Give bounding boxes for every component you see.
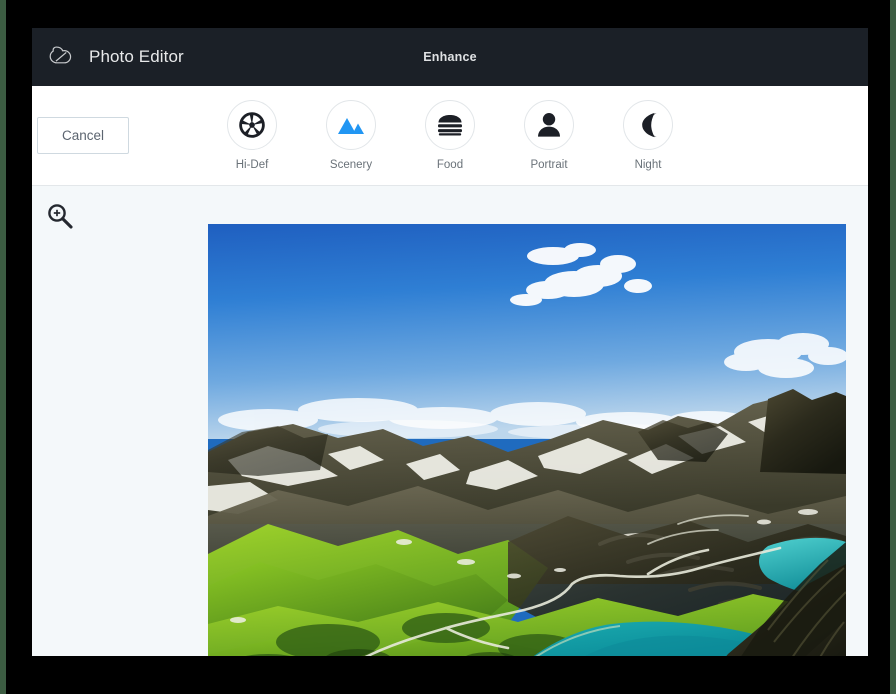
photo-viewport[interactable] (208, 224, 846, 656)
cancel-button[interactable]: Cancel (37, 117, 129, 154)
person-icon (538, 113, 560, 137)
filter-item-food[interactable]: Food (415, 100, 485, 171)
filter-strip: Hi-Def Scenery Food Portrait Night (32, 86, 868, 185)
filter-icon-circle (326, 100, 376, 150)
photo-editor-window: Photo Editor Enhance Cancel Hi-Def Scene… (32, 28, 868, 656)
filter-item-hi-def[interactable]: Hi-Def (217, 100, 287, 171)
photo-preview[interactable] (208, 224, 846, 656)
desktop-edge-right (890, 0, 896, 694)
filter-icon-circle (524, 100, 574, 150)
moon-icon (642, 112, 657, 138)
canvas-area (32, 186, 868, 656)
toolbar: Cancel Hi-Def Scenery Food Portrait Nigh… (32, 86, 868, 186)
magnifier-plus-icon[interactable] (46, 202, 74, 230)
filter-label: Food (436, 159, 464, 171)
filter-label: Night (634, 159, 662, 171)
filter-icon-circle (227, 100, 277, 150)
filter-icon-circle (623, 100, 673, 150)
creative-cloud-logo-icon (49, 46, 72, 64)
desktop-edge-left (0, 0, 6, 694)
filter-item-scenery[interactable]: Scenery (316, 100, 386, 171)
filter-label: Portrait (530, 159, 568, 171)
aperture-icon (239, 112, 265, 138)
burger-icon (438, 115, 462, 136)
filter-item-portrait[interactable]: Portrait (514, 100, 584, 171)
mountains-icon (338, 118, 364, 134)
app-title: Photo Editor (89, 47, 184, 66)
filter-label: Hi-Def (235, 159, 269, 171)
filter-item-night[interactable]: Night (613, 100, 683, 171)
filter-icon-circle (425, 100, 475, 150)
filter-label: Scenery (329, 159, 373, 171)
title-bar: Photo Editor Enhance (32, 28, 868, 86)
